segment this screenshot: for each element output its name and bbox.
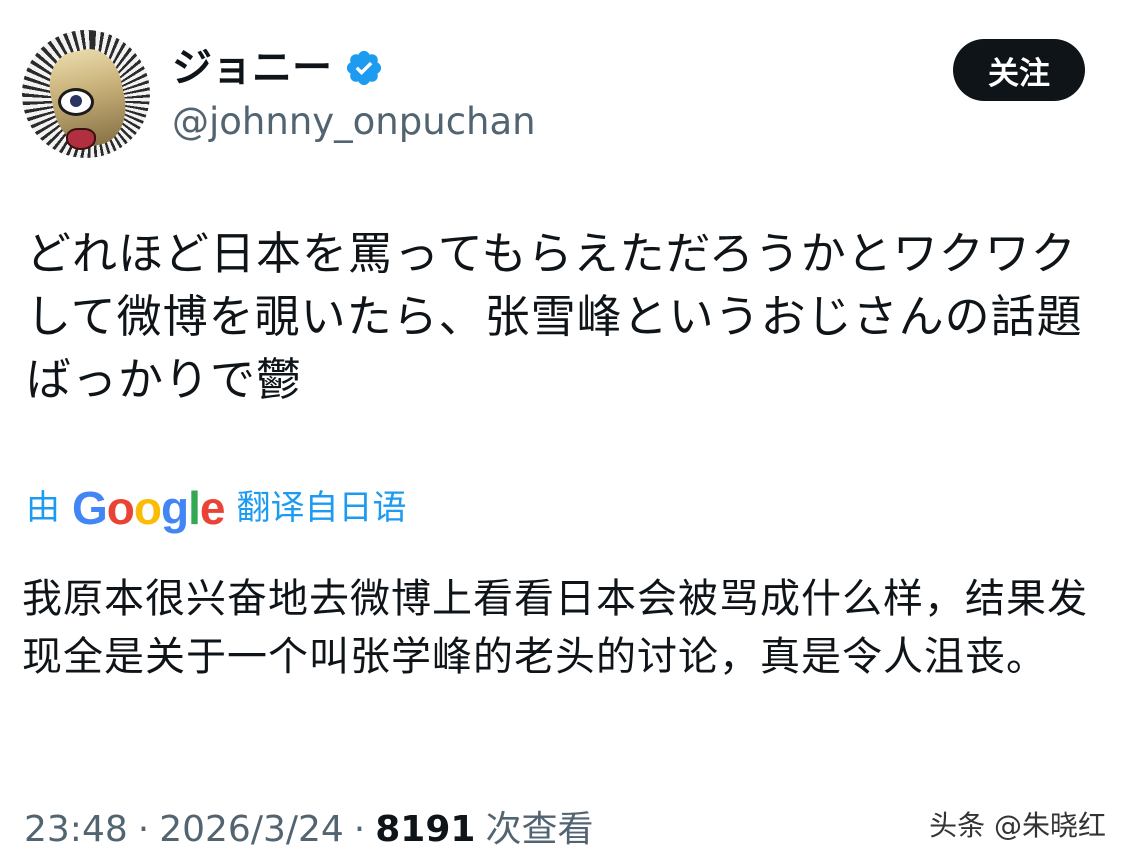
meta-separator: · — [137, 809, 150, 850]
watermark: 头条 @朱晓红 — [929, 809, 1106, 842]
author-display-name[interactable]: ジョニー — [172, 42, 384, 94]
translation-attribution[interactable]: 由 Google 翻译自日语 — [26, 480, 406, 536]
translated-text: 我原本很兴奋地去微博上看看日本会被骂成什么样，结果发现全是关于一个叫张学峰的老头… — [22, 576, 1088, 680]
translation-prefix: 由 — [26, 488, 60, 528]
follow-button[interactable]: 关注 — [953, 39, 1085, 101]
tweet-meta: 23:48 · 2026/3/24 · 8191 次查看 — [24, 806, 593, 854]
google-logo-icon: Google — [72, 482, 225, 534]
meta-separator-2: · — [353, 809, 366, 850]
avatar-mouth — [66, 128, 96, 150]
verified-badge-icon — [346, 50, 382, 86]
author-handle[interactable]: @johnny_onpuchan — [172, 98, 536, 146]
views-count[interactable]: 8191 — [375, 806, 475, 854]
translation-suffix: 翻译自日语 — [236, 488, 407, 528]
avatar-eye — [58, 88, 94, 116]
tweet-text: どれほど日本を罵ってもらえただろうかとワクワクして微博を覗いたら、张雪峰というお… — [26, 227, 1083, 406]
tweet-date[interactable]: 2026/3/24 — [159, 806, 344, 854]
display-name-text[interactable]: ジョニー — [172, 42, 332, 94]
views-label: 次查看 — [485, 809, 594, 850]
avatar[interactable] — [22, 30, 150, 158]
tweet-time[interactable]: 23:48 — [24, 806, 128, 854]
